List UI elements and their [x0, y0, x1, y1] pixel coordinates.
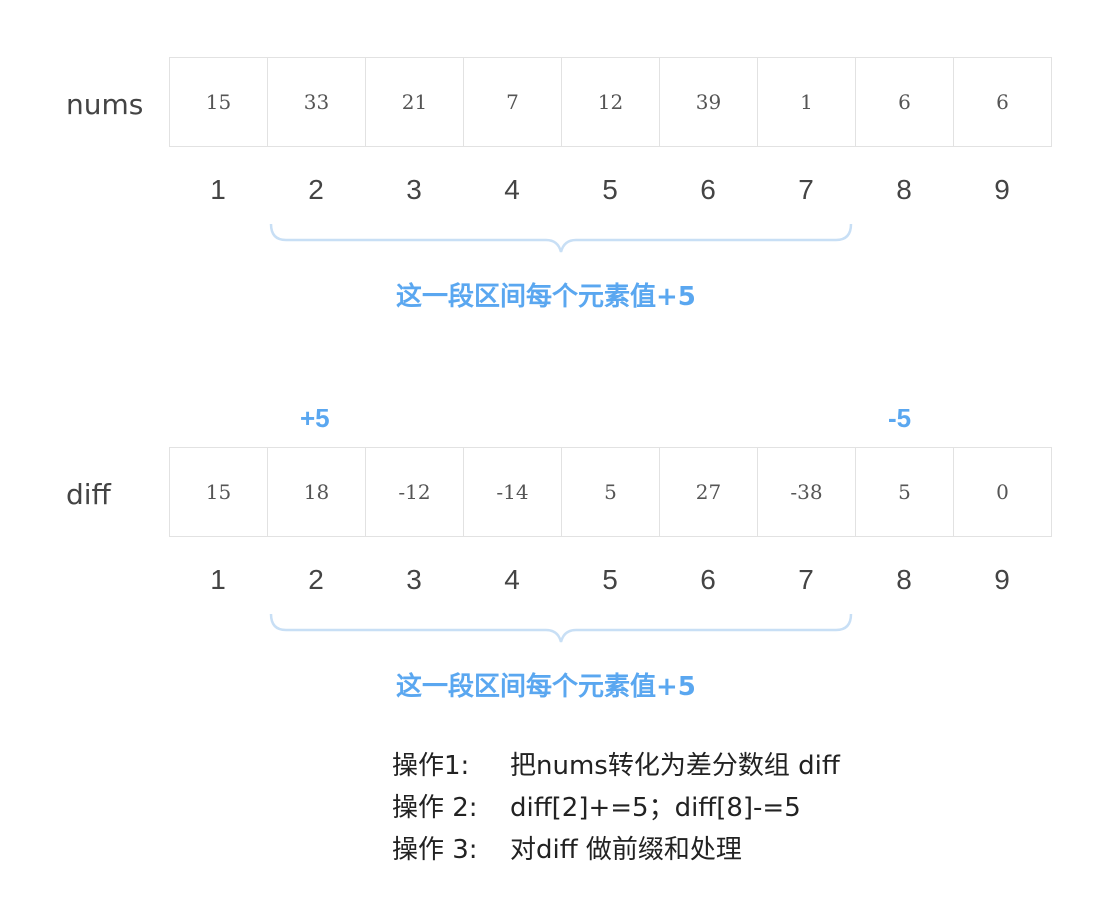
nums-index-row: 1 2 3 4 5 6 7 8 9 [169, 174, 1051, 206]
diff-array: 15 18 -12 -14 5 27 -38 5 0 [169, 447, 1052, 537]
diff-cell: -12 [366, 448, 464, 537]
nums-index: 3 [406, 174, 422, 205]
diff-index: 5 [602, 564, 618, 595]
operation-text: 对diff 做前缀和处理 [510, 834, 742, 865]
diff-index: 8 [896, 564, 912, 595]
diff-cell: 27 [660, 448, 758, 537]
diff-index: 1 [210, 564, 226, 595]
nums-cell: 6 [856, 58, 954, 147]
diff-index: 2 [308, 564, 324, 595]
operation-label: 操作 2: [392, 792, 478, 823]
nums-index: 6 [700, 174, 716, 205]
minus-five-mark: -5 [888, 403, 912, 433]
diff-index: 9 [994, 564, 1010, 595]
nums-label: nums [66, 88, 144, 121]
diff-cell: 5 [562, 448, 660, 537]
nums-cell: 7 [464, 58, 562, 147]
nums-cell: 21 [366, 58, 464, 147]
diff-cell: -38 [758, 448, 856, 537]
operation-item: 操作1: 把nums转化为差分数组 diff [392, 742, 840, 784]
operation-label: 操作1: [392, 750, 470, 781]
diff-range-brace [269, 613, 853, 643]
diff-label: diff [66, 478, 111, 511]
diff-index-row: 1 2 3 4 5 6 7 8 9 [169, 564, 1051, 596]
operation-label: 操作 3: [392, 834, 478, 865]
diff-index: 4 [504, 564, 520, 595]
nums-index: 4 [504, 174, 520, 205]
nums-index: 2 [308, 174, 324, 205]
nums-index: 7 [798, 174, 814, 205]
diff-cell: 18 [268, 448, 366, 537]
nums-index: 9 [994, 174, 1010, 205]
diff-index: 7 [798, 564, 814, 595]
plus-five-mark: +5 [300, 403, 330, 433]
operation-item: 操作 3: 对diff 做前缀和处理 [392, 826, 840, 868]
nums-range-brace [269, 223, 853, 253]
nums-range-note: 这一段区间每个元素值+5 [396, 282, 696, 312]
diff-cell: 15 [170, 448, 268, 537]
diff-index: 3 [406, 564, 422, 595]
nums-cell: 12 [562, 58, 660, 147]
nums-index: 5 [602, 174, 618, 205]
nums-array: 15 33 21 7 12 39 1 6 6 [169, 57, 1052, 147]
operation-item: 操作 2: diff[2]+=5；diff[8]-=5 [392, 784, 840, 826]
nums-cell: 6 [954, 58, 1052, 147]
operation-text: 把nums转化为差分数组 diff [510, 750, 840, 781]
nums-index: 1 [210, 174, 226, 205]
diff-cell: -14 [464, 448, 562, 537]
diff-range-note: 这一段区间每个元素值+5 [396, 672, 696, 702]
operations-list: 操作1: 把nums转化为差分数组 diff 操作 2: diff[2]+=5；… [392, 742, 840, 868]
operation-text: diff[2]+=5；diff[8]-=5 [510, 792, 801, 823]
nums-index: 8 [896, 174, 912, 205]
diff-index: 6 [700, 564, 716, 595]
nums-cell: 33 [268, 58, 366, 147]
nums-cell: 15 [170, 58, 268, 147]
nums-cell: 1 [758, 58, 856, 147]
diff-cell: 0 [954, 448, 1052, 537]
diff-cell: 5 [856, 448, 954, 537]
nums-cell: 39 [660, 58, 758, 147]
